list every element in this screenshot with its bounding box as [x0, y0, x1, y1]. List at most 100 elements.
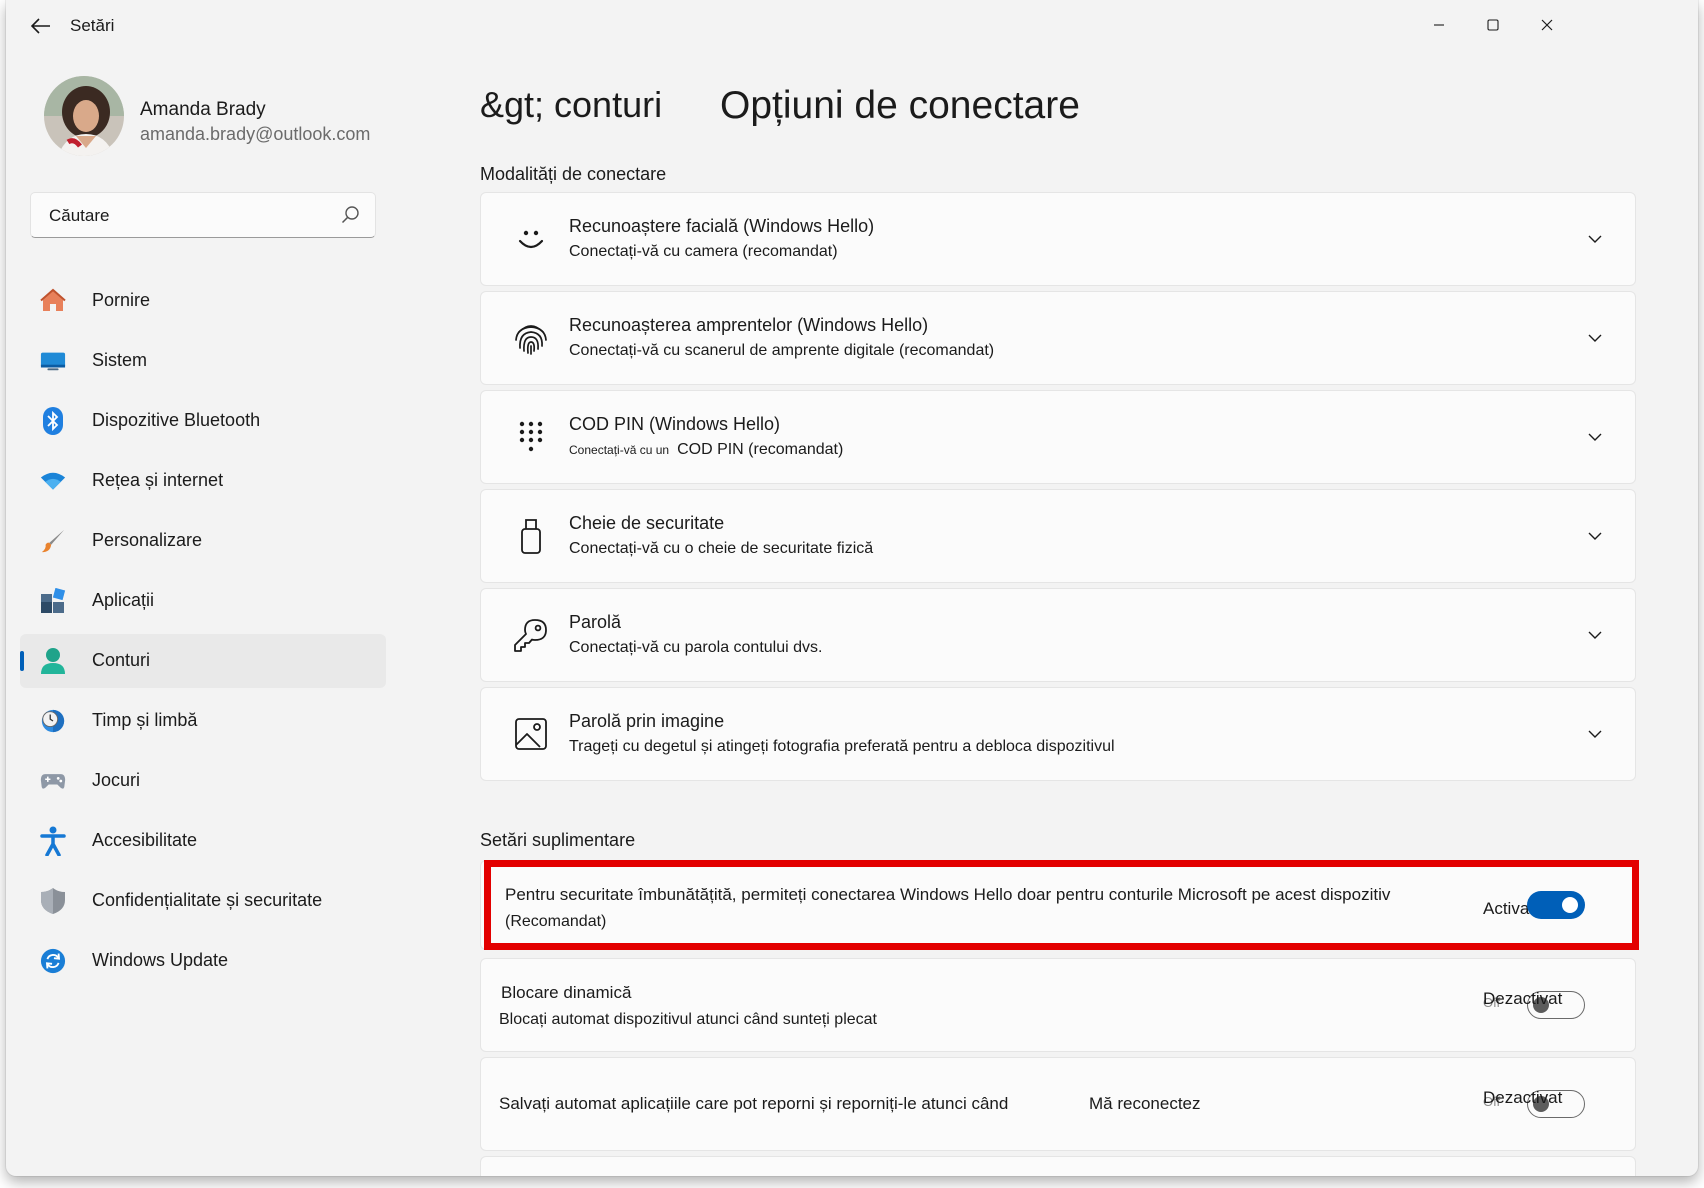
windows-update-icon — [40, 948, 66, 974]
toggle-state-label: Dezactivat — [1483, 1088, 1563, 1107]
system-icon — [40, 348, 66, 374]
chevron-down-icon[interactable] — [1585, 724, 1605, 744]
method-title: Recunoașterea amprentelor (Windows Hello… — [569, 315, 929, 335]
sidebar-item-label: Pornire — [92, 290, 151, 310]
sidebar-item-pornire[interactable]: Pornire — [20, 274, 386, 328]
sidebar-item-accounts[interactable]: Conturi — [20, 634, 386, 688]
sidebar-item-label: Aplicații — [92, 590, 155, 610]
title-bar: Setări — [6, 0, 1698, 52]
sidebar-item-time-language[interactable]: Timp și limbă — [20, 694, 386, 748]
user-name: Amanda Brady — [140, 99, 266, 120]
sidebar-item-gaming[interactable]: Jocuri — [20, 754, 386, 808]
minimize-icon — [1434, 24, 1444, 26]
method-description: Conectați-vă cu parola contului dvs. — [569, 639, 823, 656]
signin-method-security-key[interactable]: Cheie de securitate Conectați-vă cu o ch… — [480, 489, 1636, 583]
sidebar-item-windows-update[interactable]: Windows Update — [20, 934, 386, 988]
key-icon — [511, 615, 551, 655]
sidebar-item-sistem[interactable]: Sistem — [20, 334, 386, 388]
signin-method-fingerprint[interactable]: Recunoașterea amprentelor (Windows Hello… — [480, 291, 1636, 385]
method-title: Parolă — [569, 612, 622, 632]
search-input[interactable] — [47, 203, 331, 229]
sidebar-item-accessibility[interactable]: Accesibilitate — [20, 814, 386, 868]
search-icon[interactable] — [341, 205, 361, 225]
pin-keypad-icon — [511, 417, 551, 457]
selection-indicator — [20, 651, 24, 671]
method-description-rest: COD PIN (recomandat) — [677, 441, 844, 458]
chevron-down-icon[interactable] — [1585, 625, 1605, 645]
settings-window: Setări Amanda Brady amanda.brady@outlook… — [6, 0, 1698, 1176]
account-icon — [40, 648, 66, 674]
page-title: Opțiuni de conectare — [720, 84, 1080, 127]
method-description: Conectați-vă cu scanerul de amprente dig… — [569, 342, 995, 359]
maximize-button[interactable] — [1470, 10, 1516, 40]
chevron-down-icon[interactable] — [1585, 328, 1605, 348]
highlight-box — [484, 860, 1639, 950]
setting-title: Blocare dinamică — [501, 983, 632, 1002]
close-icon — [1541, 19, 1553, 31]
sidebar-item-label: Confidențialitate și securitate — [92, 890, 323, 910]
bluetooth-icon — [40, 407, 66, 435]
maximize-icon — [1487, 19, 1499, 31]
picture-icon — [511, 714, 551, 754]
app-title: Setări — [70, 16, 115, 35]
toggle-state-label: Dezactivat — [1483, 989, 1563, 1008]
search-box[interactable] — [30, 192, 376, 238]
method-title: Cheie de securitate — [569, 513, 725, 533]
security-key-icon — [511, 516, 551, 556]
chevron-down-icon[interactable] — [1585, 229, 1605, 249]
sidebar-item-label: Windows Update — [92, 950, 229, 970]
section-title-signin-methods: Modalități de conectare — [480, 164, 667, 184]
face-icon — [511, 219, 551, 259]
setting-description: Blocați automat dispozitivul atunci când… — [499, 1011, 877, 1028]
setting-restart-apps-row[interactable]: Salvați automat aplicațiile care pot rep… — [480, 1057, 1636, 1151]
signin-method-face[interactable]: Recunoaștere facială (Windows Hello) Con… — [480, 192, 1636, 286]
method-description: Conectați-vă cu un COD PIN (recomandat) — [569, 441, 843, 459]
method-title: COD PIN (Windows Hello) — [569, 414, 781, 434]
method-title: Parolă prin imagine — [569, 711, 725, 731]
method-title: Recunoaștere facială (Windows Hello) — [569, 216, 875, 236]
sidebar-item-bluetooth[interactable]: Dispozitive Bluetooth — [20, 394, 386, 448]
fingerprint-icon — [511, 318, 551, 358]
close-button[interactable] — [1524, 10, 1570, 40]
sidebar-item-label: Jocuri — [92, 770, 141, 790]
home-icon — [40, 288, 66, 314]
sidebar-item-apps[interactable]: Aplicații — [20, 574, 386, 628]
sidebar-item-network[interactable]: Rețea și internet — [20, 454, 386, 508]
chevron-down-icon[interactable] — [1585, 526, 1605, 546]
signin-method-picture-password[interactable]: Parolă prin imagine Trageți cu degetul ș… — [480, 687, 1636, 781]
gamepad-icon — [40, 768, 66, 794]
wifi-icon — [40, 468, 66, 494]
sidebar-item-label: Sistem — [92, 350, 148, 370]
user-email: amanda.brady@outlook.com — [140, 124, 371, 144]
sidebar-item-label: Personalizare — [92, 530, 203, 550]
accessibility-icon — [40, 826, 66, 856]
method-description: Conectați-vă cu camera (recomandat) — [569, 243, 838, 260]
sidebar-item-personalization[interactable]: Personalizare — [20, 514, 386, 568]
sidebar-nav: Pornire Sistem Dispozitive Bluetooth Reț… — [20, 274, 386, 994]
chevron-down-icon[interactable] — [1585, 427, 1605, 447]
method-description: Conectați-vă cu o cheie de securitate fi… — [569, 540, 874, 557]
setting-next-row-partial — [480, 1156, 1636, 1176]
avatar — [44, 76, 124, 156]
method-description: Trageți cu degetul și atingeți fotografi… — [569, 738, 1115, 755]
sidebar-item-label: Accesibilitate — [92, 830, 198, 850]
sidebar-item-label: Dispozitive Bluetooth — [92, 410, 261, 430]
time-language-icon — [40, 708, 66, 734]
back-button[interactable] — [24, 12, 58, 40]
sidebar-item-privacy-security[interactable]: Confidențialitate și securitate — [20, 874, 386, 928]
signin-method-password[interactable]: Parolă Conectați-vă cu parola contului d… — [480, 588, 1636, 682]
setting-text-continued: Mă reconectez — [1089, 1094, 1201, 1113]
sidebar-item-label: Conturi — [92, 650, 151, 670]
shield-icon — [40, 888, 66, 914]
signin-method-pin[interactable]: COD PIN (Windows Hello) Conectați-vă cu … — [480, 390, 1636, 484]
breadcrumb-parent[interactable]: &gt; conturi — [480, 84, 662, 126]
setting-text: Salvați automat aplicațiile care pot rep… — [499, 1094, 1009, 1113]
minimize-button[interactable] — [1416, 10, 1462, 40]
brush-icon — [40, 528, 66, 554]
method-description-prefix: Conectați-vă cu un — [569, 443, 670, 457]
apps-icon — [40, 588, 66, 614]
sidebar-item-label: Rețea și internet — [92, 470, 224, 490]
sidebar-item-label: Timp și limbă — [92, 710, 198, 730]
back-arrow-icon — [31, 18, 50, 34]
setting-dynamic-lock-row[interactable]: Blocare dinamică Blocați automat dispozi… — [480, 958, 1636, 1052]
